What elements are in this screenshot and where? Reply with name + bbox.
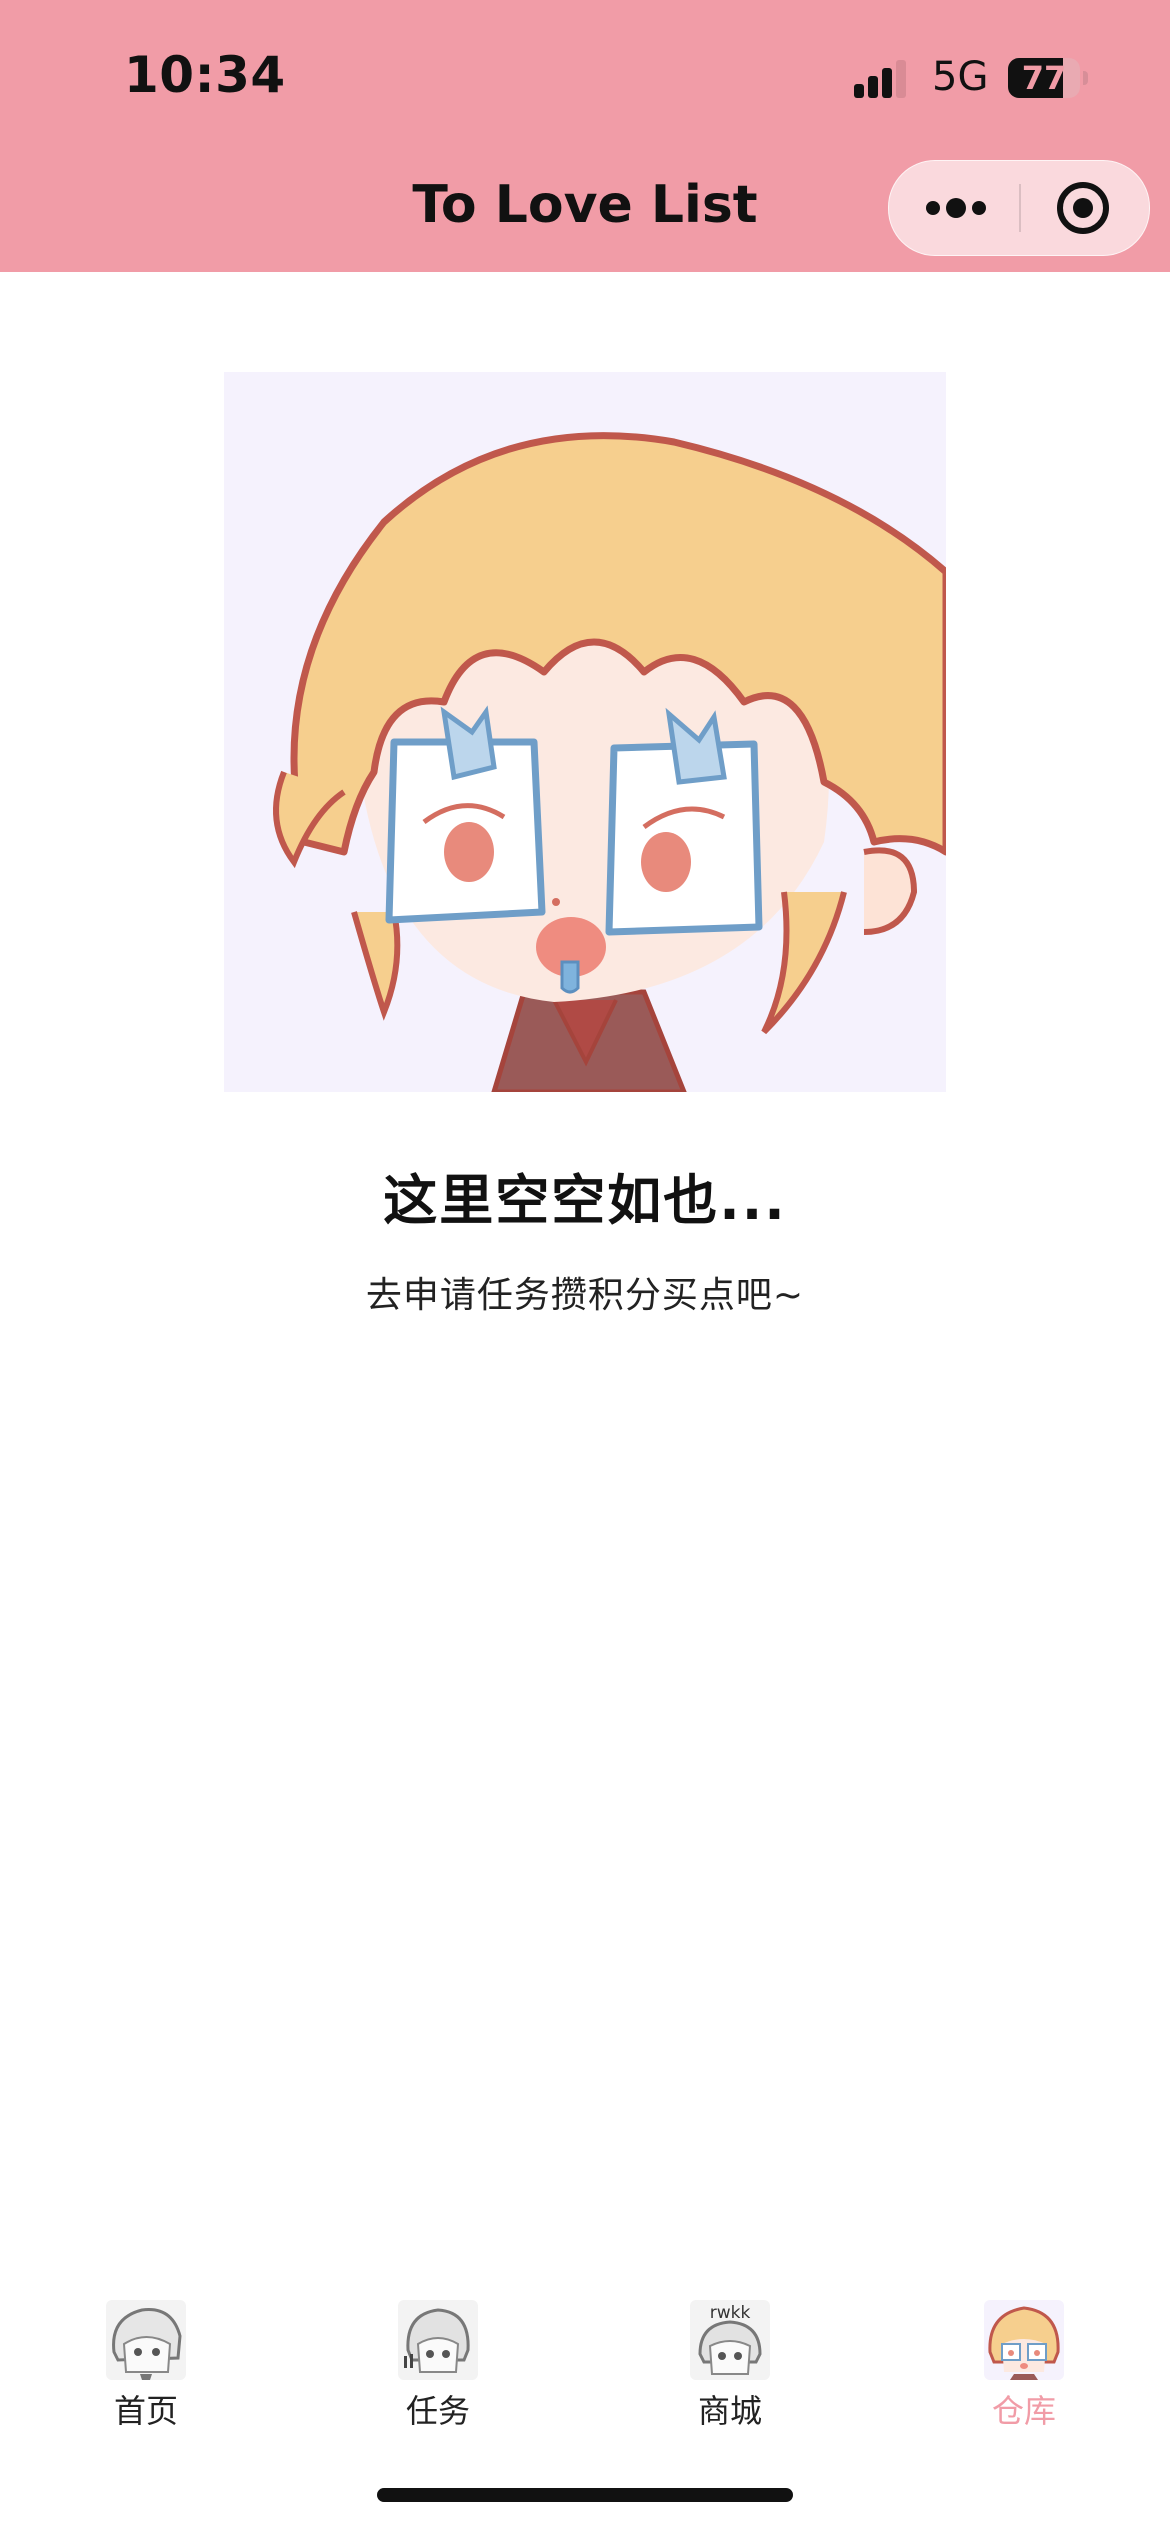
battery-level: 77: [1021, 59, 1067, 97]
battery-tip: [1083, 71, 1088, 85]
header: 10:34 5G 77 To Love List: [0, 0, 1170, 272]
mini-program-capsule: [888, 160, 1150, 256]
tab-shop[interactable]: rwkk 商城: [630, 2288, 830, 2438]
network-type: 5G: [932, 54, 989, 100]
warehouse-page: 10:34 5G 77 To Love List 这里空空如也... 去申请任务…: [0, 0, 1170, 2532]
empty-state-subtitle: 去申请任务攒积分买点吧~: [365, 1275, 805, 1316]
tab-label-tasks: 任务: [405, 2392, 470, 2430]
target-close-icon: [1057, 182, 1109, 234]
tab-bar: 首页 任务 rwkk 商城 仓库: [0, 2276, 1170, 2456]
close-button[interactable]: [1021, 161, 1149, 255]
tab-label-home: 首页: [113, 2392, 178, 2430]
more-dots-icon: [926, 198, 986, 218]
home-indicator: [377, 2488, 793, 2502]
tab-home[interactable]: 首页: [46, 2288, 246, 2438]
shop-icon-text: rwkk: [710, 2303, 751, 2323]
status-time: 10:34: [124, 46, 286, 104]
battery-icon: 77: [1008, 58, 1088, 98]
empty-state-illustration: [224, 372, 946, 1092]
chibi-character-illustration: [273, 432, 946, 1092]
tab-label-shop: 商城: [697, 2392, 762, 2430]
empty-state-title: 这里空空如也...: [383, 1169, 787, 1232]
tab-warehouse[interactable]: 仓库: [924, 2288, 1124, 2438]
battery-body: 77: [1008, 58, 1080, 98]
chibi-avatar-shop-icon: rwkk: [690, 2300, 770, 2380]
chibi-avatar-tasks-icon: [398, 2300, 478, 2380]
chibi-avatar-warehouse-icon: [984, 2300, 1064, 2380]
cellular-signal-icon: [854, 60, 906, 98]
tab-tasks[interactable]: 任务: [338, 2288, 538, 2438]
chibi-avatar-home-icon: [106, 2300, 186, 2380]
more-button[interactable]: [889, 161, 1019, 255]
tab-label-warehouse: 仓库: [991, 2392, 1056, 2430]
